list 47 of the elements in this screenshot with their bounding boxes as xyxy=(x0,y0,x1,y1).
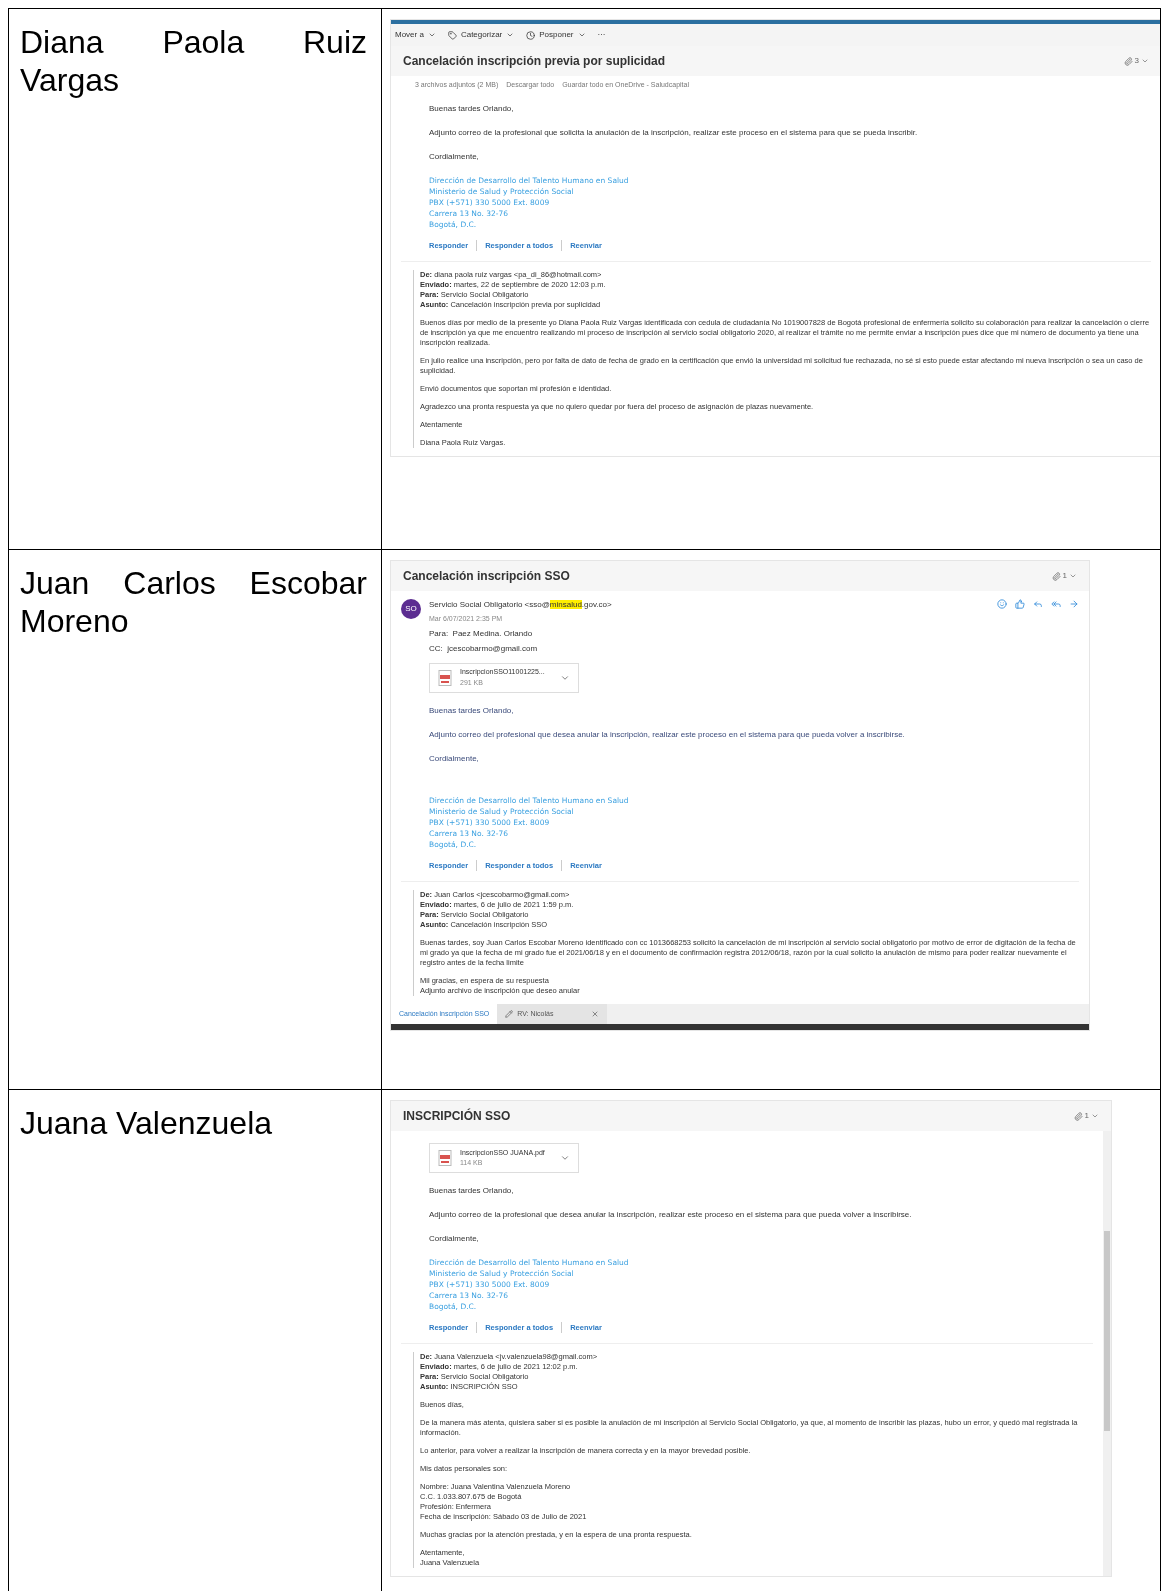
message-text: Cordialmente, xyxy=(429,1233,480,1245)
chevron-down-icon xyxy=(427,31,436,39)
attachment-count: 3 xyxy=(1134,55,1139,67)
toolbar-button[interactable]: Posponer xyxy=(526,29,586,41)
tag-icon xyxy=(447,30,457,40)
toolbar-button[interactable]: ··· xyxy=(597,29,606,41)
toolbar-button[interactable]: Categorizar xyxy=(447,29,515,41)
chevron-down-icon xyxy=(506,31,515,39)
reply-all-icon[interactable] xyxy=(1051,599,1061,609)
message-text: Adjunto correo de la profesional que desea anular la inscripción, realizar este proceso en el sistema para que pueda volver a inscribirse. xyxy=(429,1209,913,1221)
email-subject: Cancelación inscripción SSO xyxy=(403,568,570,585)
chevron-down-icon xyxy=(560,1153,570,1163)
chevron-down-icon xyxy=(577,31,586,39)
message-text: Adjunto correo del profesional que desea anular la inscripción, realizar este proceso en el sistema para que pueda volver a inscribirse. xyxy=(429,728,906,741)
toolbar-button[interactable]: Mover a xyxy=(395,29,436,41)
chevron-down-icon xyxy=(1091,1112,1099,1120)
forward-icon[interactable] xyxy=(1069,599,1079,609)
reply-icon[interactable] xyxy=(1033,599,1043,609)
thumbs-up-icon[interactable] xyxy=(1015,599,1025,609)
smiley-icon[interactable] xyxy=(997,599,1007,609)
email-subject: INSCRIPCIÓN SSO xyxy=(403,1107,511,1125)
chevron-down-icon xyxy=(1069,572,1077,580)
person-name: Juana Valenzuela xyxy=(20,1104,274,1142)
message-text: Cordialmente, xyxy=(429,150,480,163)
chevron-down-icon xyxy=(1141,57,1149,65)
message-text: Buenas tardes Orlando, xyxy=(429,102,515,115)
cc-recipient: CC: jcescobarmo@gmail.com xyxy=(429,642,539,655)
scrollbar[interactable] xyxy=(1103,1131,1111,1577)
recipient: Para: Paez Medina. Orlando xyxy=(429,627,534,640)
paperclip-icon xyxy=(1123,56,1133,66)
message-text: Cordialmente, xyxy=(429,752,480,765)
attachment-count: 1 xyxy=(1084,1110,1089,1122)
clock-icon xyxy=(526,30,536,40)
paperclip-icon xyxy=(1073,1111,1083,1121)
paperclip-icon xyxy=(1051,571,1061,581)
email-subject: Cancelación inscripción previa por suplicidad xyxy=(403,53,666,70)
attachment-count: 1 xyxy=(1062,570,1067,582)
message-text: Buenas tardes Orlando, xyxy=(429,704,515,717)
pdf-file-icon xyxy=(438,1150,452,1166)
pdf-file-icon xyxy=(438,669,452,686)
message-text: Buenas tardes Orlando, xyxy=(429,1185,515,1197)
pencil-icon xyxy=(505,1009,514,1018)
person-name: Juan Carlos Escobar Moreno xyxy=(20,564,367,640)
avatar: SO xyxy=(401,599,421,619)
close-icon[interactable] xyxy=(591,1009,600,1018)
message-text: Adjunto correo de la profesional que solicita la anulación de la inscripción, realizar este proceso en el sistema para que se pueda inscribir. xyxy=(429,126,919,139)
person-name: Diana Paola Ruiz Vargas xyxy=(20,23,367,99)
